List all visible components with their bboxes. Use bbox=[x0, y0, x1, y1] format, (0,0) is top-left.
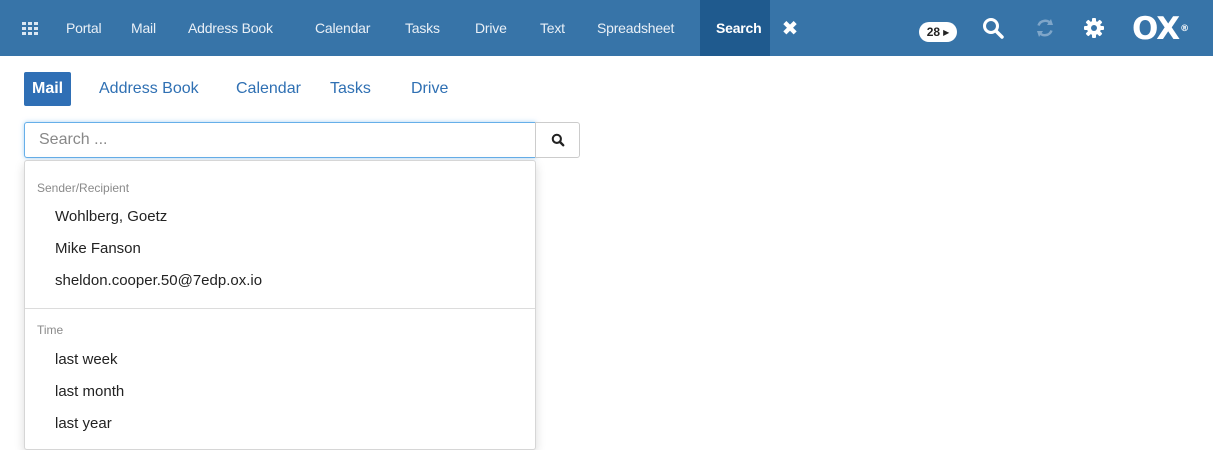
app-tab-address-book[interactable]: Address Book bbox=[188, 0, 273, 56]
ox-logo: OX® bbox=[1132, 14, 1189, 45]
notification-count: 28 bbox=[926, 25, 941, 39]
module-tab-mail[interactable]: Mail bbox=[24, 72, 72, 106]
app-tab-drive[interactable]: Drive bbox=[475, 0, 507, 56]
gear-icon[interactable] bbox=[1082, 16, 1106, 40]
close-search-icon[interactable]: ✖ bbox=[770, 0, 810, 56]
module-tab-address-book[interactable]: Address Book bbox=[91, 72, 207, 106]
app-tab-portal[interactable]: Portal bbox=[66, 0, 102, 56]
search-submit-button[interactable] bbox=[535, 122, 580, 158]
app-tab-search[interactable]: Search bbox=[700, 0, 770, 56]
app-tab-calendar[interactable]: Calendar bbox=[315, 0, 370, 56]
notification-badge[interactable]: 28 ▶ bbox=[919, 22, 957, 42]
app-tab-text[interactable]: Text bbox=[540, 0, 565, 56]
search-suggestions-dropdown: Sender/Recipient Wohlberg, Goetz Mike Fa… bbox=[24, 160, 536, 450]
refresh-icon[interactable] bbox=[1033, 16, 1057, 40]
top-app-bar: Portal Mail Address Book Calendar Tasks … bbox=[0, 0, 1213, 56]
module-tab-calendar[interactable]: Calendar bbox=[228, 72, 309, 106]
suggestion-item[interactable]: Mike Fanson bbox=[55, 240, 141, 257]
app-launcher-icon[interactable] bbox=[22, 22, 38, 36]
caret-right-icon: ▶ bbox=[943, 27, 950, 37]
app-tab-spreadsheet[interactable]: Spreadsheet bbox=[597, 0, 674, 56]
search-icon bbox=[551, 133, 564, 147]
suggestion-item[interactable]: last month bbox=[55, 383, 124, 400]
suggestion-item[interactable]: sheldon.cooper.50@7edp.ox.io bbox=[55, 272, 262, 289]
section-divider bbox=[25, 308, 535, 309]
suggestion-item[interactable]: last week bbox=[55, 351, 118, 368]
section-title-time: Time bbox=[37, 323, 64, 337]
ox-logo-text: OX bbox=[1132, 11, 1180, 47]
module-tab-tasks[interactable]: Tasks bbox=[322, 72, 379, 106]
registered-mark: ® bbox=[1180, 24, 1189, 34]
search-icon[interactable] bbox=[981, 16, 1005, 40]
module-tab-drive[interactable]: Drive bbox=[403, 72, 456, 106]
suggestion-item[interactable]: last year bbox=[55, 415, 112, 432]
app-tab-mail[interactable]: Mail bbox=[131, 0, 156, 56]
suggestion-item[interactable]: Wohlberg, Goetz bbox=[55, 208, 167, 225]
section-title-sender-recipient: Sender/Recipient bbox=[37, 181, 130, 195]
search-input[interactable] bbox=[24, 122, 536, 158]
app-tab-tasks[interactable]: Tasks bbox=[405, 0, 440, 56]
